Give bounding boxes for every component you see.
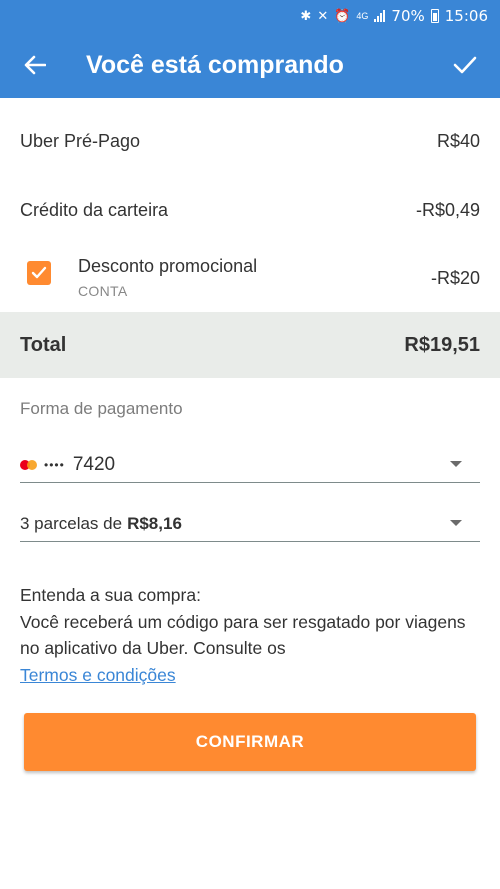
total-row: Total R$19,51 [0,312,500,378]
check-icon [453,56,477,74]
payment-section-title: Forma de pagamento [20,399,183,418]
checkmark-icon [31,266,47,279]
product-label: Uber Pré-Pago [20,130,141,151]
promo-sublabel: CONTA [78,283,128,299]
promo-label: Desconto promocional [78,256,258,276]
back-button[interactable] [0,32,70,98]
alarm-icon: ⏰ [334,8,351,23]
promo-discount-row: Desconto promocional CONTA -R$20 [0,248,500,310]
dropdown-arrow-icon [450,520,462,526]
mastercard-icon [20,459,38,471]
mute-icon: ✕ [317,8,329,23]
installments-select[interactable]: 3 parcelas de R$8,16 [20,506,480,542]
dropdown-arrow-icon [450,461,462,467]
info-body: Você receberá um código para ser resgata… [20,611,466,659]
confirm-check-button[interactable] [430,32,500,98]
payment-card-select[interactable]: •••• 7420 [20,447,480,483]
wallet-credit-value: -R$0,49 [415,199,480,220]
confirm-button[interactable]: CONFIRMAR [24,713,476,771]
bluetooth-icon: ✱ [300,8,312,23]
signal-icon [374,10,386,22]
battery-percentage: 70% [391,7,425,25]
network-type-label: 4G [356,11,369,21]
product-value: R$40 [436,130,480,151]
arrow-left-icon [24,55,46,75]
status-bar: ✱ ✕ ⏰ 4G 70% 15:06 [0,0,500,32]
app-bar: Você está comprando [0,32,500,98]
card-mask: •••• [44,457,65,472]
page-title: Você está comprando [86,50,344,79]
terms-link[interactable]: Termos e condições [20,662,480,689]
card-last4: 7420 [72,453,116,475]
wallet-credit-row: Crédito da carteira -R$0,49 [0,193,500,227]
total-label: Total [20,333,67,356]
wallet-credit-label: Crédito da carteira [20,199,169,220]
clock: 15:06 [444,7,488,25]
battery-icon [430,9,439,23]
status-icons: ✱ ✕ ⏰ 4G [300,8,386,24]
info-heading: Entenda a sua compra: [20,585,201,605]
installments-amount: R$8,16 [127,513,182,533]
purchase-info: Entenda a sua compra: Você receberá um c… [20,582,480,688]
product-row: Uber Pré-Pago R$40 [0,124,500,158]
promo-value: -R$20 [430,268,480,288]
total-value: R$19,51 [404,333,480,356]
installments-prefix: 3 parcelas de [20,513,123,533]
promo-checkbox[interactable] [27,261,51,285]
